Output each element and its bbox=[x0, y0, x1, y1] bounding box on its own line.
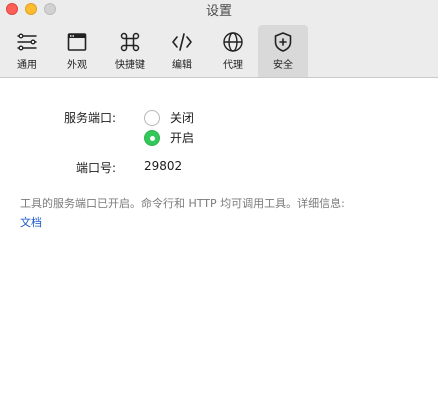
zoom-window-button[interactable] bbox=[44, 3, 56, 15]
service-port-off-label[interactable]: 关闭 bbox=[170, 109, 194, 126]
port-number-value: 29802 bbox=[144, 159, 183, 173]
tab-label: 安全 bbox=[273, 60, 293, 71]
command-key-icon bbox=[120, 32, 140, 52]
security-settings-pane: 服务端口: 关闭 开启 端口号: 29802 工具的服务端口已开启。命令行和 H… bbox=[0, 78, 438, 395]
service-info-text: 工具的服务端口已开启。命令行和 HTTP 均可调用工具。详细信息: bbox=[20, 197, 345, 210]
tab-label: 编辑 bbox=[172, 60, 192, 71]
sliders-icon bbox=[17, 33, 37, 51]
tab-label: 代理 bbox=[223, 60, 243, 71]
tab-label: 快捷键 bbox=[115, 60, 145, 71]
shield-plus-icon bbox=[274, 32, 292, 52]
service-port-on-radio[interactable] bbox=[144, 130, 160, 146]
title-bar: 设置 bbox=[0, 0, 438, 20]
service-port-label: 服务端口: bbox=[63, 111, 116, 125]
tab-appearance[interactable]: 外观 bbox=[52, 25, 102, 77]
radio-selected-dot bbox=[150, 136, 155, 141]
settings-window: 设置 通用 外观 快捷键 编辑 代理 安全 服务端口: 关闭 开启 端口号: 2… bbox=[0, 0, 438, 395]
service-port-off-radio[interactable] bbox=[144, 110, 160, 126]
code-brackets-icon bbox=[172, 33, 192, 51]
documentation-link[interactable]: 文档 bbox=[20, 214, 42, 230]
tab-label: 通用 bbox=[17, 60, 37, 71]
tab-editing[interactable]: 编辑 bbox=[157, 25, 207, 77]
close-window-button[interactable] bbox=[6, 3, 18, 15]
window-icon bbox=[67, 33, 87, 51]
tab-general[interactable]: 通用 bbox=[2, 25, 52, 77]
tab-shortcuts[interactable]: 快捷键 bbox=[105, 25, 155, 77]
globe-icon bbox=[223, 32, 243, 52]
minimize-window-button[interactable] bbox=[25, 3, 37, 15]
service-port-on-label[interactable]: 开启 bbox=[170, 129, 194, 146]
window-title: 设置 bbox=[205, 4, 232, 19]
tab-security[interactable]: 安全 bbox=[258, 25, 308, 77]
tab-proxy[interactable]: 代理 bbox=[208, 25, 258, 77]
preferences-toolbar: 通用 外观 快捷键 编辑 代理 安全 bbox=[0, 20, 438, 78]
tab-label: 外观 bbox=[67, 60, 87, 71]
port-number-label: 端口号: bbox=[75, 161, 116, 175]
